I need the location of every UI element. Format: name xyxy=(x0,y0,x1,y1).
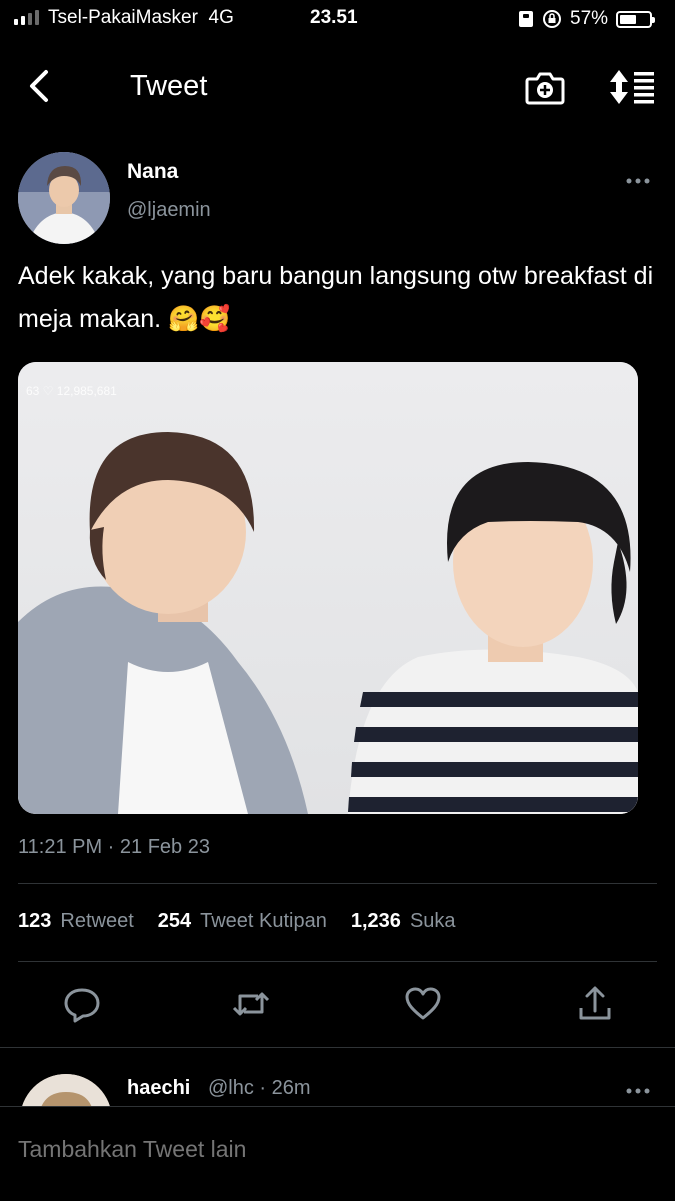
tweet-stats: 123 Retweet 254 Tweet Kutipan 1,236 Suka xyxy=(18,910,480,933)
retweet-icon[interactable] xyxy=(231,984,271,1024)
tweet-photo[interactable]: 63 ♡ 12,985,681 xyxy=(18,362,638,814)
back-chevron-icon[interactable] xyxy=(22,66,62,106)
reply-handle-time: @lhc · 26m xyxy=(208,1077,311,1099)
status-icons: 57% xyxy=(518,8,656,30)
battery-icon xyxy=(616,10,656,28)
camera-add-icon[interactable] xyxy=(524,67,566,107)
tweet-timestamp: 11:21 PM · 21 Feb 23 xyxy=(18,836,210,858)
divider xyxy=(0,1047,675,1048)
signal-strength-icon xyxy=(14,10,39,25)
photo-image xyxy=(18,362,638,814)
like-heart-icon[interactable] xyxy=(403,984,443,1024)
reply-icon[interactable] xyxy=(62,984,102,1024)
page-title: Tweet xyxy=(130,70,208,102)
reply-author-name[interactable]: haechi xyxy=(127,1077,190,1100)
share-icon[interactable] xyxy=(575,984,615,1024)
like-count[interactable]: 1,236 Suka xyxy=(351,910,456,933)
author-handle[interactable]: @ljaemin xyxy=(127,199,211,222)
battery-percent: 57% xyxy=(570,8,609,29)
avatar-image xyxy=(18,152,110,244)
photo-watermark: 63 ♡ 12,985,681 xyxy=(26,384,117,398)
status-bar: Tsel-PakaiMasker 4G 23.51 57% xyxy=(0,0,675,38)
more-options-icon[interactable] xyxy=(624,172,652,190)
author-name[interactable]: Nana xyxy=(127,160,178,184)
quote-count[interactable]: 254 Tweet Kutipan xyxy=(158,910,327,933)
carrier-label: Tsel-PakaiMasker 4G xyxy=(48,7,234,28)
sort-icon[interactable] xyxy=(606,67,656,107)
divider xyxy=(18,883,657,884)
author-avatar[interactable] xyxy=(18,152,110,244)
reply-more-options-icon[interactable] xyxy=(624,1082,652,1100)
tweet-text: Adek kakak, yang baru bangun langsung ot… xyxy=(18,262,654,333)
retweet-count[interactable]: 123 Retweet xyxy=(18,910,134,933)
orientation-lock-icon xyxy=(519,11,533,27)
add-tweet-input[interactable] xyxy=(16,1135,620,1164)
network-type: 4G xyxy=(208,7,234,28)
clock: 23.51 xyxy=(310,7,358,28)
rotation-lock-icon xyxy=(543,10,561,28)
divider xyxy=(18,961,657,962)
